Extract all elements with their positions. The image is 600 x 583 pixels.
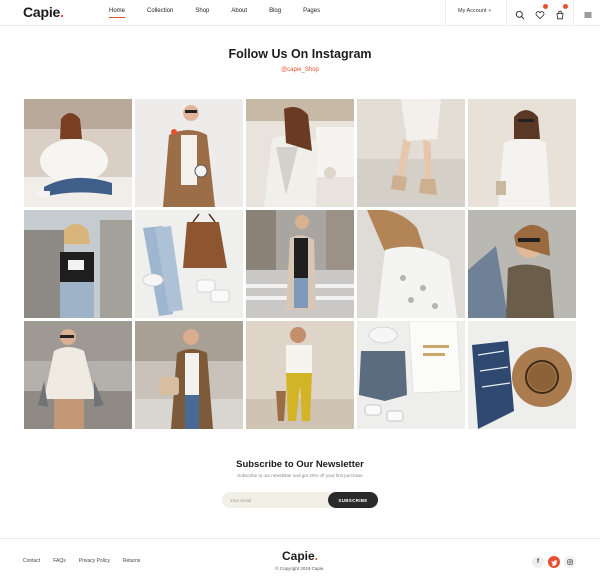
instagram-photo[interactable] (468, 210, 576, 318)
newsletter-title: Subscribe to Our Newsletter (236, 459, 364, 470)
instagram-photo[interactable] (357, 321, 465, 429)
instagram-photo[interactable] (135, 99, 243, 207)
header-divider (573, 0, 574, 26)
wishlist-badge (543, 4, 548, 9)
cart-button[interactable] (555, 4, 568, 20)
site-header: Capie. Home Collection Shop About Blog P… (0, 0, 600, 26)
footer-logo[interactable]: Capie. (0, 549, 600, 563)
instagram-photo[interactable] (24, 210, 132, 318)
twitter-icon[interactable] (548, 556, 560, 568)
facebook-icon[interactable]: f (532, 556, 544, 568)
instagram-photo[interactable] (357, 210, 465, 318)
instagram-photo[interactable] (135, 321, 243, 429)
nav-shop[interactable]: Shop (195, 8, 209, 14)
logo-dot: . (60, 4, 64, 20)
instagram-section-title: Follow Us On Instagram (228, 47, 372, 61)
nav-collection[interactable]: Collection (147, 8, 173, 14)
nav-about[interactable]: About (231, 8, 247, 14)
heart-icon (535, 11, 545, 20)
footer-logo-text: Capie (281, 549, 315, 563)
my-account-dropdown[interactable]: My Account ▾ (458, 8, 491, 14)
search-icon[interactable] (515, 7, 525, 20)
instagram-photo[interactable] (24, 99, 132, 207)
instagram-photo[interactable] (246, 210, 354, 318)
main-nav: Home Collection Shop About Blog Pages (109, 8, 342, 18)
footer-logo-dot: . (314, 549, 319, 563)
email-field[interactable] (222, 492, 332, 508)
instagram-photo[interactable] (246, 99, 354, 207)
nav-blog[interactable]: Blog (269, 8, 281, 14)
cart-badge (563, 4, 568, 9)
header-divider (445, 0, 446, 26)
footer-divider (0, 538, 600, 539)
nav-home[interactable]: Home (109, 8, 126, 18)
logo-text: Capie (23, 4, 61, 20)
site-logo[interactable]: Capie. (23, 4, 64, 20)
instagram-grid (24, 99, 577, 430)
instagram-photo[interactable] (468, 99, 576, 207)
nav-pages[interactable]: Pages (303, 8, 320, 14)
my-account-label: My Account (458, 8, 487, 14)
instagram-photo[interactable] (357, 99, 465, 207)
newsletter-form: SUBSCRIBE (222, 492, 378, 508)
copyright-text: © Copyright 2019 Capie. (275, 566, 325, 571)
instagram-icon[interactable] (564, 556, 576, 568)
instagram-photo[interactable] (468, 321, 576, 429)
cart-icon (556, 10, 564, 20)
subscribe-button[interactable]: SUBSCRIBE (328, 492, 378, 508)
instagram-photo[interactable] (135, 210, 243, 318)
chevron-down-icon: ▾ (488, 8, 491, 14)
instagram-photo[interactable] (24, 321, 132, 429)
header-divider (506, 0, 507, 26)
instagram-photo[interactable] (246, 321, 354, 429)
instagram-handle-link[interactable]: @capie_Shop (0, 67, 600, 73)
newsletter-subtitle: Subscribe to our newsletter and get 20% … (237, 473, 363, 478)
menu-icon[interactable] (583, 7, 593, 18)
wishlist-button[interactable] (535, 4, 548, 20)
